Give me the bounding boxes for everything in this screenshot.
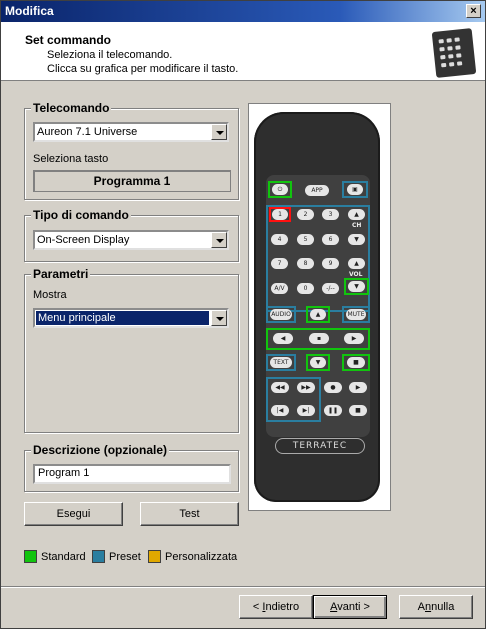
close-button[interactable]: × (466, 4, 481, 18)
key-4[interactable]: 4 (271, 234, 288, 245)
standard-label: Standard (41, 551, 86, 563)
pause-icon[interactable]: ❚❚ (324, 405, 342, 416)
up-key-box[interactable]: ▲ (306, 306, 330, 323)
terratec-logo: TERRATEC (275, 438, 365, 454)
descrizione-input[interactable]: Program 1 (33, 464, 231, 484)
key-3[interactable]: 3 (322, 209, 339, 220)
mostra-value: Menu principale (36, 311, 209, 325)
cancel-label-pre: A (417, 601, 425, 613)
personalizzata-swatch (148, 550, 161, 563)
telecomando-group: Telecomando Aureon 7.1 Universe Selezion… (24, 101, 239, 200)
telecomando-legend: Telecomando (31, 101, 112, 115)
vol-up-key[interactable]: ▲ (348, 258, 365, 269)
cancel-button[interactable]: Annulla (399, 595, 473, 619)
fast-forward-icon[interactable]: ▶▶ (297, 382, 315, 393)
key-7[interactable]: 7 (271, 258, 288, 269)
play-icon[interactable]: ▶ (349, 382, 367, 393)
up-arrow-icon: ▲ (310, 309, 326, 320)
parametri-group: Parametri Mostra Menu principale (24, 267, 239, 433)
tipo-comando-select[interactable]: On-Screen Display (33, 230, 229, 250)
back-label-pre: < (252, 601, 263, 613)
rewind-icon[interactable]: ◀◀ (271, 382, 289, 393)
mostra-label: Mostra (33, 289, 67, 301)
av-key[interactable]: A/V (271, 283, 288, 294)
remote-thumbnail-icon (431, 28, 477, 78)
chevron-down-icon[interactable] (211, 232, 227, 248)
stop-key-box[interactable]: ■ (342, 354, 370, 371)
next-label-post: vanti > (337, 601, 370, 613)
tipo-comando-group: Tipo di comando On-Screen Display (24, 208, 239, 262)
stop-icon[interactable]: ■ (349, 405, 367, 416)
record-icon[interactable]: ● (324, 382, 342, 393)
wizard-header: Set commando Seleziona il telecomando. C… (1, 22, 485, 81)
dash-key[interactable]: -/-- (322, 283, 339, 294)
esegui-button[interactable]: Esegui (24, 502, 123, 526)
ch-up-key[interactable]: ▲ (348, 209, 365, 220)
chevron-down-icon[interactable] (211, 310, 227, 326)
left-arrow-icon[interactable]: ◀ (273, 333, 293, 344)
mostra-select[interactable]: Menu principale (33, 308, 229, 328)
app-key[interactable]: APP (305, 185, 329, 196)
key-8[interactable]: 8 (297, 258, 314, 269)
parametri-legend: Parametri (31, 267, 91, 281)
screen-key-box[interactable]: ▣ (342, 181, 368, 198)
down-arrow-icon: ▼ (310, 357, 326, 368)
screen-off-icon: ■ (347, 357, 365, 368)
mute-key-box[interactable]: MUTE (342, 306, 370, 323)
power-icon: ⏻ (272, 184, 288, 195)
test-button[interactable]: Test (140, 502, 239, 526)
vol-down-box[interactable]: ▼ (344, 278, 369, 295)
audio-key-box[interactable]: AUDIO (266, 306, 296, 323)
next-icon[interactable]: ▶| (297, 405, 315, 416)
back-label-post: ndietro (265, 601, 300, 613)
vol-label: VOL (349, 271, 363, 278)
programma-1-box[interactable]: 1 (269, 207, 291, 222)
seleziona-tasto-label: Seleziona tasto (33, 153, 109, 165)
footer-separator (1, 586, 485, 588)
next-button[interactable]: Avanti > (313, 595, 387, 619)
ch-down-key[interactable]: ▼ (348, 234, 365, 245)
previous-icon[interactable]: |◀ (271, 405, 289, 416)
header-line-2: Clicca su grafica per modificare il tast… (47, 63, 239, 75)
personalizzata-label: Personalizzata (165, 551, 238, 563)
standard-swatch (24, 550, 37, 563)
telecomando-value: Aureon 7.1 Universe (37, 126, 138, 138)
tipo-comando-legend: Tipo di comando (31, 208, 131, 222)
telecomando-select[interactable]: Aureon 7.1 Universe (33, 122, 229, 142)
modifica-dialog: Modifica × Set commando Seleziona il tel… (0, 0, 486, 629)
power-key-box[interactable]: ⏻ (268, 181, 292, 198)
audio-key: AUDIO (270, 309, 292, 320)
key-0[interactable]: 0 (297, 283, 314, 294)
text-key: TEXT (270, 357, 292, 368)
back-button[interactable]: < Indietro (239, 595, 313, 619)
selected-key-field: Programma 1 (33, 170, 231, 192)
chevron-down-icon[interactable] (211, 124, 227, 140)
right-arrow-icon[interactable]: ▶ (344, 333, 364, 344)
tipo-comando-value: On-Screen Display (37, 234, 130, 246)
cancel-label-post: nulla (431, 601, 455, 613)
ch-label: CH (352, 222, 362, 229)
screen-icon: ▣ (347, 184, 363, 195)
key-5[interactable]: 5 (297, 234, 314, 245)
header-line-1: Seleziona il telecomando. (47, 49, 173, 61)
down-key-box[interactable]: ▼ (306, 354, 330, 371)
descrizione-legend: Descrizione (opzionale) (31, 443, 170, 457)
descrizione-group: Descrizione (opzionale) Program 1 (24, 443, 239, 492)
mute-key: MUTE (346, 309, 366, 320)
header-title: Set commando (25, 33, 112, 47)
remote-graphic-panel: ⏻ APP ▣ 1 2 3 ▲ CH 4 5 6 ▼ 7 8 9 ▲ VOL A… (248, 103, 391, 511)
vol-down-icon: ▼ (348, 281, 365, 292)
remote-image[interactable]: ⏻ APP ▣ 1 2 3 ▲ CH 4 5 6 ▼ 7 8 9 ▲ VOL A… (254, 112, 380, 502)
key-1: 1 (272, 209, 288, 220)
key-9[interactable]: 9 (322, 258, 339, 269)
title-bar: Modifica × (1, 1, 485, 22)
key-6[interactable]: 6 (322, 234, 339, 245)
text-key-box[interactable]: TEXT (266, 354, 296, 371)
preset-label: Preset (109, 551, 141, 563)
ok-key[interactable]: ▪ (309, 333, 329, 344)
key-2[interactable]: 2 (297, 209, 314, 220)
preset-swatch (92, 550, 105, 563)
window-title: Modifica (5, 4, 54, 18)
